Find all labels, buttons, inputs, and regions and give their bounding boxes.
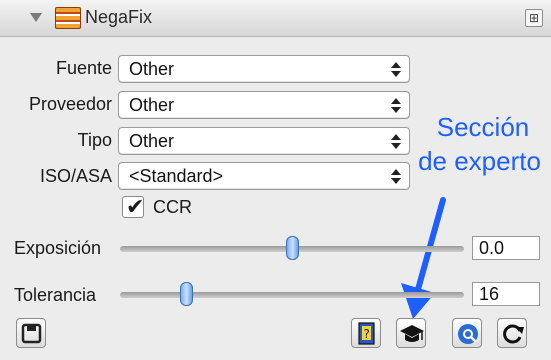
annotation-seccion: Sección	[436, 112, 530, 142]
iso-asa-label: ISO/ASA	[39, 166, 112, 186]
expert-mortarboard-icon	[400, 325, 424, 342]
help-button[interactable]: ?	[351, 318, 381, 348]
select-arrows-icon	[391, 132, 401, 150]
select-arrows-icon	[391, 96, 401, 114]
disclosure-triangle-icon[interactable]	[30, 13, 42, 22]
quick-button[interactable]	[452, 318, 482, 348]
save-button[interactable]	[16, 318, 46, 348]
refresh-icon	[503, 324, 524, 344]
svg-text:?: ?	[364, 327, 370, 341]
tolerancia-value-field[interactable]: 16	[472, 282, 540, 306]
exposicion-label: Exposición	[14, 238, 102, 258]
save-icon	[21, 323, 42, 344]
panel-title: NegaFix	[85, 7, 153, 27]
quick-icon	[458, 324, 478, 344]
tipo-label: Tipo	[77, 130, 112, 150]
fuente-select[interactable]: Other	[118, 55, 410, 83]
negafix-film-icon	[55, 7, 81, 29]
ccr-checkbox[interactable]: ✔	[122, 194, 145, 219]
tipo-select-value: Other	[129, 131, 175, 151]
tolerancia-slider-thumb[interactable]	[180, 282, 193, 306]
select-arrows-icon	[391, 167, 401, 185]
select-arrows-icon	[391, 60, 401, 78]
exposicion-slider-thumb[interactable]	[286, 236, 299, 260]
proveedor-select-value: Other	[129, 95, 175, 115]
annotation-de-experto: de experto	[418, 146, 541, 176]
tipo-select[interactable]: Other	[118, 127, 410, 155]
checkmark-icon: ✔	[126, 194, 145, 219]
refresh-button[interactable]	[497, 318, 527, 348]
panel-header: NegaFix ⊞	[0, 0, 551, 37]
exposicion-value-field[interactable]: 0.0	[472, 236, 540, 260]
expert-section-button[interactable]	[396, 318, 426, 348]
exposicion-slider[interactable]	[120, 236, 464, 260]
tolerancia-label: Tolerancia	[14, 285, 97, 305]
proveedor-select[interactable]: Other	[118, 91, 410, 119]
fuente-select-value: Other	[129, 59, 175, 79]
help-book-icon: ?	[358, 322, 375, 345]
iso-asa-select-value: <Standard>	[129, 166, 224, 186]
tolerancia-slider[interactable]	[120, 282, 464, 306]
collapse-panel-button[interactable]: ⊞	[525, 9, 543, 27]
fuente-label: Fuente	[55, 58, 112, 78]
iso-asa-select[interactable]: <Standard>	[118, 162, 410, 190]
annotation-arrow-icon	[401, 197, 446, 319]
proveedor-label: Proveedor	[28, 94, 112, 114]
ccr-label: CCR	[153, 197, 192, 217]
